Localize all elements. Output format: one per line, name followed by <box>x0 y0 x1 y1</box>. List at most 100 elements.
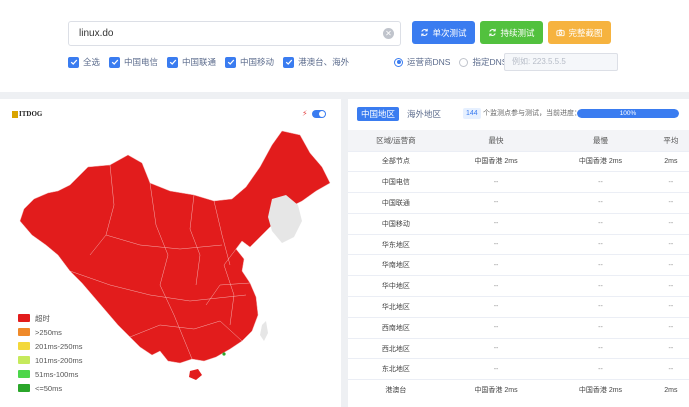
screenshot-button[interactable]: 完整截图 <box>548 21 611 44</box>
dns-operator-radio[interactable]: 运营商DNS <box>394 56 450 68</box>
legend-label: <=50ms <box>35 383 63 393</box>
taiwan-island[interactable] <box>260 321 268 341</box>
table-row: 华中地区 -- -- -- <box>348 275 689 297</box>
filter-overseas[interactable]: 港澳台、海外 <box>283 56 349 68</box>
itdog-logo: ITDOG <box>12 110 42 118</box>
table-cell-slowest: 中国香港 2ms <box>548 150 653 172</box>
table-cell-fastest: -- <box>443 275 549 297</box>
refresh-icon <box>489 28 497 37</box>
filter-telecom[interactable]: 中国电信 <box>109 56 158 68</box>
table-row: 中国移动 -- -- -- <box>348 212 689 235</box>
table-row: 东北地区 -- -- -- <box>348 358 689 380</box>
legend-label: >250ms <box>35 327 62 337</box>
legend-label: 101ms-200ms <box>35 355 83 365</box>
filter-label: 中国移动 <box>240 57 275 67</box>
checkbox-checked-icon <box>68 56 79 68</box>
table-cell-region: 中国电信 <box>348 171 444 193</box>
control-panel <box>0 0 689 92</box>
table-cell-avg: -- <box>652 358 689 380</box>
table-cell-slowest: -- <box>548 212 653 235</box>
single-test-button[interactable]: 单次测试 <box>412 21 475 44</box>
logo-mark-icon <box>12 110 18 118</box>
table-cell-avg: -- <box>652 296 689 318</box>
table-cell-region: 中国联通 <box>348 192 444 214</box>
table-cell-avg: 2ms <box>652 150 689 172</box>
table-cell-slowest: -- <box>548 275 653 297</box>
table-cell-fastest: 中国香港 2ms <box>443 150 549 172</box>
legend-item: <=50ms <box>18 381 83 395</box>
single-test-label: 单次测试 <box>432 27 467 38</box>
custom-dns-input[interactable]: 例如: 223.5.5.5 <box>504 53 618 71</box>
hong-kong-marker[interactable] <box>222 352 226 356</box>
table-cell-region: 西北地区 <box>348 337 444 359</box>
table-cell-slowest: -- <box>548 233 653 255</box>
table-cell-region: 华中地区 <box>348 275 444 297</box>
filter-mobile[interactable]: 中国移动 <box>225 56 274 68</box>
table-cell-region: 西南地区 <box>348 316 444 339</box>
refresh-icon <box>421 28 429 37</box>
table-cell-fastest: -- <box>443 192 549 214</box>
continuous-test-button[interactable]: 持续测试 <box>480 21 543 44</box>
table-row: 华东地区 -- -- -- <box>348 233 689 255</box>
dns-operator-label: 运营商DNS <box>407 57 451 67</box>
legend-item: 201ms-250ms <box>18 339 83 353</box>
dns-custom-radio[interactable]: 指定DNS: <box>459 56 510 68</box>
clear-icon[interactable]: ✕ <box>383 28 394 39</box>
table-cell-slowest: -- <box>548 171 653 193</box>
region-tabs: 中国地区 海外地区 <box>357 107 449 121</box>
radio-selected-icon <box>394 57 403 67</box>
lightning-icon[interactable]: ⚡ <box>302 109 308 118</box>
filter-label: 中国电信 <box>124 57 159 67</box>
table-cell-region: 中国移动 <box>348 212 444 235</box>
filter-label: 中国联通 <box>182 57 217 67</box>
progress-text: 个监测点参与测试，当前进度： <box>483 110 581 117</box>
tab-overseas[interactable]: 海外地区 <box>403 107 445 121</box>
table-cell-slowest: -- <box>548 296 653 318</box>
legend-item: 101ms-200ms <box>18 353 83 367</box>
table-cell-fastest: -- <box>443 337 549 359</box>
table-cell-slowest: 中国香港 2ms <box>548 379 653 401</box>
camera-icon <box>556 29 566 37</box>
table-cell-slowest: -- <box>548 254 653 276</box>
table-cell-avg: -- <box>652 254 689 276</box>
map-controls: ⚡ <box>302 109 326 118</box>
table-cell-slowest: -- <box>548 192 653 214</box>
legend-swatch <box>18 342 30 350</box>
table-cell-fastest: 中国香港 2ms <box>443 379 549 401</box>
table-cell-fastest: -- <box>443 296 549 318</box>
filter-select-all[interactable]: 全选 <box>68 56 100 68</box>
checkbox-checked-icon <box>109 56 121 68</box>
filter-label: 港澳台、海外 <box>298 57 350 67</box>
table-cell-avg: -- <box>652 192 689 214</box>
url-input[interactable] <box>79 22 369 45</box>
table-cell-region: 全部节点 <box>348 150 444 172</box>
table-row: 西北地区 -- -- -- <box>348 337 689 359</box>
table-cell-avg: -- <box>652 212 689 235</box>
legend-swatch <box>18 356 30 364</box>
table-cell-avg: -- <box>652 233 689 255</box>
filter-unicom[interactable]: 中国联通 <box>167 56 216 68</box>
legend-swatch <box>18 370 30 378</box>
isp-filter-group: 全选 中国电信 中国联通 中国移动 港澳台、海外 <box>68 56 358 68</box>
tab-china[interactable]: 中国地区 <box>357 107 400 121</box>
checkbox-checked-icon <box>225 56 237 68</box>
hainan-island[interactable] <box>189 369 202 380</box>
legend-swatch <box>18 384 30 392</box>
checkbox-checked-icon <box>167 56 179 68</box>
map-toggle-switch[interactable] <box>311 109 326 118</box>
node-count-badge: 144 <box>463 108 481 119</box>
column-header: 区域/运营商 <box>348 130 444 151</box>
results-table: 区域/运营商 最快 最慢 平均 全部节点 中国香港 2ms 中国香港 2ms 2ms 中… <box>348 130 689 401</box>
column-header: 平均 <box>652 130 689 151</box>
url-input-wrapper: ✕ <box>68 21 401 46</box>
table-cell-slowest: -- <box>548 316 653 339</box>
table-cell-fastest: -- <box>443 254 549 276</box>
table-cell-avg: 2ms <box>652 379 689 401</box>
table-cell-fastest: -- <box>443 358 549 380</box>
legend-label: 超时 <box>35 313 50 323</box>
legend-swatch <box>18 328 30 336</box>
table-row: 西南地区 -- -- -- <box>348 316 689 339</box>
table-cell-avg: -- <box>652 316 689 339</box>
radio-unselected-icon <box>459 57 469 67</box>
table-cell-region: 华北地区 <box>348 296 444 318</box>
